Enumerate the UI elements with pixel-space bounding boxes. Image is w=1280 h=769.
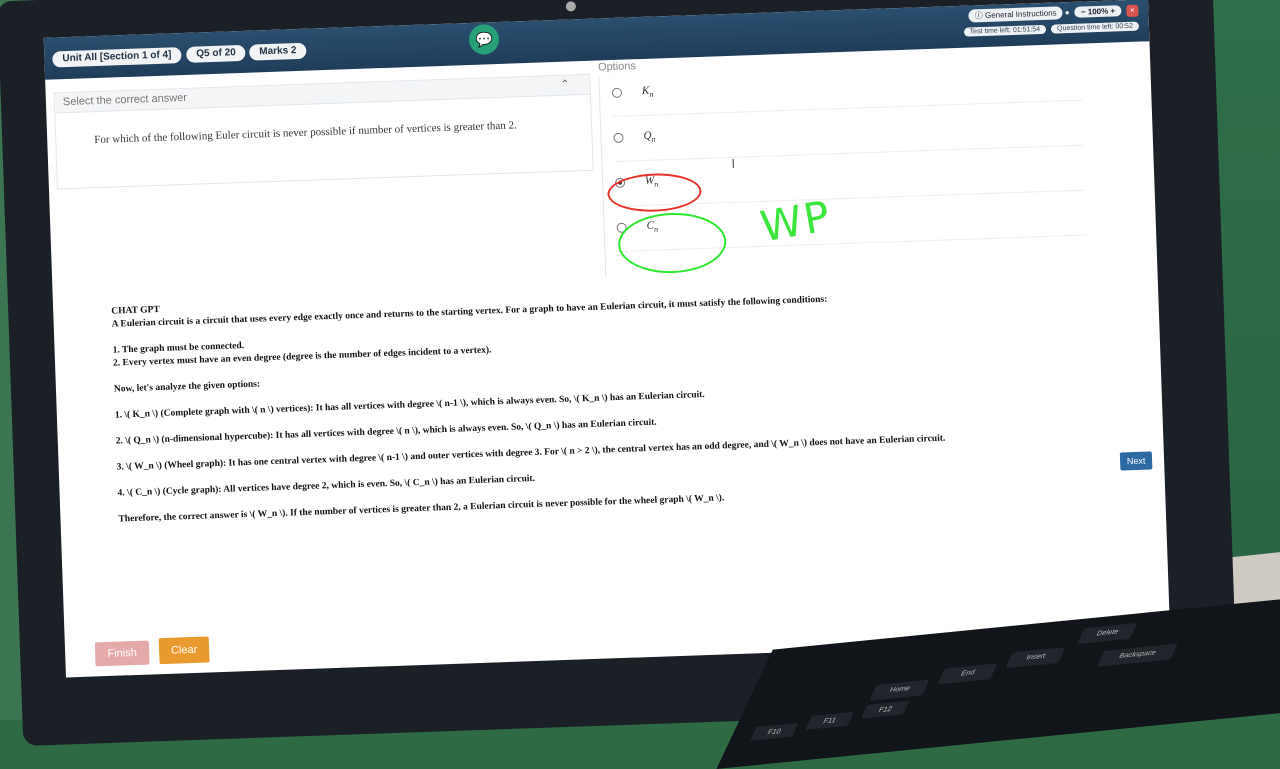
next-button[interactable]: Next [1119, 451, 1153, 471]
chat-small-icon[interactable]: ● [1065, 8, 1070, 17]
zoom-control[interactable]: − 100% + [1074, 5, 1122, 18]
key-delete: Delete [1077, 622, 1138, 645]
general-instructions-button[interactable]: ⓘ General Instructions [968, 6, 1063, 23]
question-counter-pill[interactable]: Q5 of 20 [186, 44, 247, 63]
key-f12: F12 [860, 700, 910, 719]
marks-pill: Marks 2 [249, 42, 307, 61]
option-label: Qn [643, 129, 656, 144]
question-time-left: Question time left: 00:52 [1050, 21, 1140, 34]
key-f10: F10 [749, 722, 799, 741]
key-home: Home [869, 679, 930, 701]
collapse-caret-icon[interactable]: ⌃ [560, 78, 570, 91]
key-insert: Insert [1005, 647, 1066, 669]
zoom-level: 100% [1087, 6, 1109, 17]
close-icon[interactable]: × [1126, 4, 1139, 18]
option-label: Kn [641, 84, 654, 99]
question-header-label: Select the correct answer [62, 91, 188, 109]
options-header: Options [597, 60, 637, 74]
exam-screen: Unit All [Section 1 of 4] Q5 of 20 Marks… [43, 0, 1171, 678]
text-cursor-icon: I [731, 155, 736, 171]
timers: Test time left: 01:51:54 Question time l… [961, 21, 1140, 37]
chat-bubble-icon: 💬 [475, 31, 493, 48]
key-backspace: Backspace [1096, 643, 1178, 667]
radio-button[interactable] [611, 87, 623, 99]
finish-button[interactable]: Finish [94, 640, 150, 667]
chat-button[interactable]: 💬 [468, 23, 500, 55]
key-f11: F11 [805, 711, 855, 730]
clear-button[interactable]: Clear [158, 636, 210, 665]
radio-button[interactable] [613, 132, 624, 144]
top-right-controls: ⓘ General Instructions ● − 100% + × [966, 4, 1139, 23]
key-end: End [937, 663, 998, 685]
question-panel: Select the correct answer ⌃ For which of… [53, 73, 594, 190]
chatgpt-answer: CHAT GPT A Eulerian circuit is a circuit… [111, 270, 1149, 540]
section-pill[interactable]: Unit All [Section 1 of 4] [52, 47, 182, 68]
webcam [565, 1, 577, 12]
general-instructions-label: General Instructions [984, 8, 1057, 20]
test-time-left: Test time left: 01:51:54 [963, 24, 1047, 37]
